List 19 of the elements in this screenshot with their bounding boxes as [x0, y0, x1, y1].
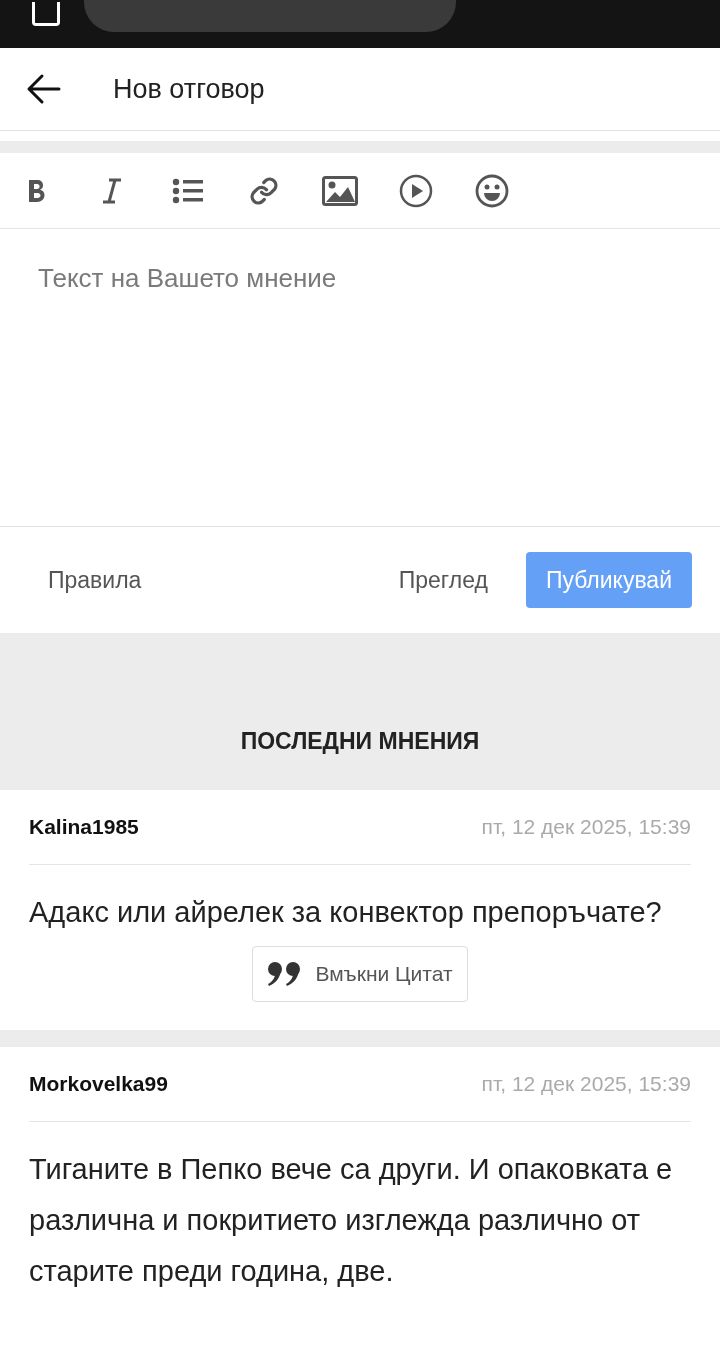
emoji-icon[interactable] [475, 173, 509, 208]
italic-icon[interactable] [100, 177, 124, 204]
link-icon[interactable] [249, 175, 279, 206]
back-arrow-icon [26, 73, 62, 105]
image-icon[interactable] [322, 175, 358, 206]
post-date: пт, 12 дек 2025, 15:39 [481, 1071, 691, 1098]
post-author[interactable]: Morkovelka99 [29, 1068, 168, 1100]
list-icon[interactable] [172, 177, 204, 204]
preview-button[interactable]: Преглед [380, 552, 506, 608]
play-icon[interactable] [399, 173, 433, 208]
post-text: Адакс или айрелек за конвектор препоръчате? [29, 895, 663, 930]
post-text: Тиганите в Пепко вече са други. И опаковката е различна и покритието изглежда различно от старите преди година, две. [29, 1152, 674, 1289]
post-date: пт, 12 дек 2025, 15:39 [481, 814, 691, 841]
rules-button[interactable]: Правила [20, 552, 170, 608]
page-title: Нов отговор [113, 72, 265, 106]
quote-button[interactable]: Вмъкни Цитат [252, 946, 468, 1002]
post-author[interactable]: Kalina1985 [29, 811, 139, 843]
section-heading: ПОСЛЕДНИ МНЕНИЯ [240, 726, 480, 756]
message-field[interactable]: Текст на Вашето мнение [0, 229, 720, 527]
